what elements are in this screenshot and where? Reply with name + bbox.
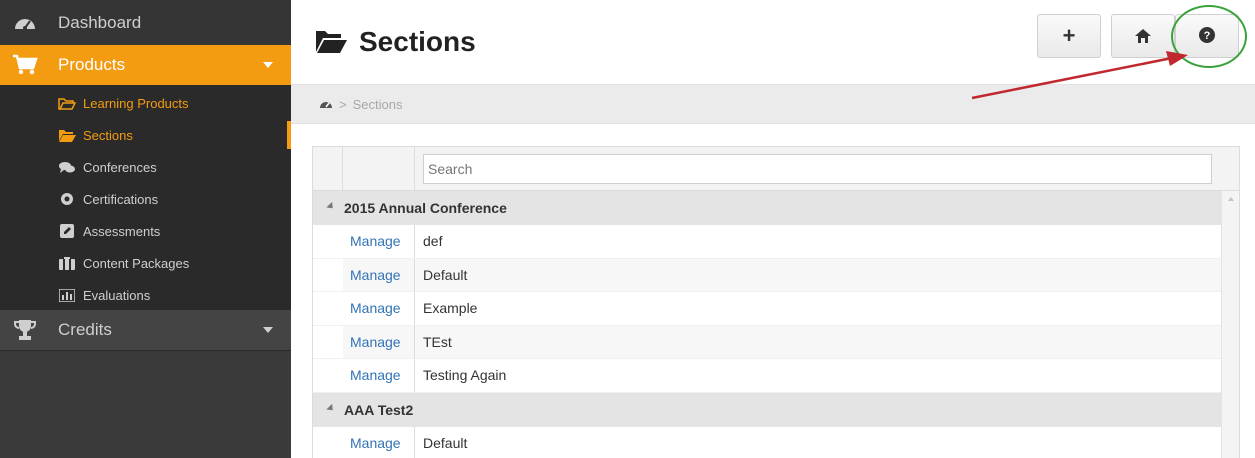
section-name: Testing Again [423, 367, 507, 384]
group-label: AAA Test2 [344, 401, 414, 418]
breadcrumb-separator: > [339, 97, 347, 112]
breadcrumb-current: Sections [352, 97, 403, 112]
page-header: Sections + ? [291, 0, 1255, 84]
section-name: TEst [423, 333, 452, 350]
manage-link[interactable]: Manage [343, 292, 415, 325]
sidebar-item-credits[interactable]: Credits [0, 309, 291, 351]
sidebar-item-label: Evaluations [83, 287, 151, 303]
section-name: Default [423, 434, 468, 451]
home-button[interactable] [1111, 14, 1175, 58]
sidebar-item-content-packages[interactable]: Content Packages [0, 247, 291, 279]
add-button[interactable]: + [1037, 14, 1101, 58]
bar-chart-icon [58, 288, 76, 302]
section-name: def [423, 233, 443, 250]
collapse-triangle-icon[interactable] [326, 201, 336, 212]
grid-scrollbar[interactable] [1221, 191, 1239, 458]
sidebar-item-label: Learning Products [83, 95, 189, 111]
grid-header-cell [343, 147, 415, 191]
manage-link[interactable]: Manage [343, 258, 415, 291]
dashboard-icon[interactable] [319, 97, 333, 112]
sidebar-item-label: Products [58, 55, 126, 74]
table-row: Manage TEst [313, 325, 1239, 359]
comments-icon [58, 160, 76, 174]
sidebar-item-label: Dashboard [58, 12, 142, 32]
sidebar-item-sections[interactable]: Sections [0, 119, 291, 151]
chevron-down-icon [263, 62, 273, 68]
plus-icon: + [1062, 23, 1076, 48]
collapse-triangle-icon[interactable] [326, 403, 336, 413]
sections-grid: 2015 Annual Conference Manage def Manage… [312, 146, 1240, 458]
grid-header-cell [313, 147, 343, 191]
sidebar-item-assessments[interactable]: Assessments [0, 215, 291, 247]
group-label: 2015 Annual Conference [344, 200, 507, 216]
section-name: Example [423, 300, 478, 317]
sidebar-filler [0, 351, 291, 458]
manage-link[interactable]: Manage [343, 325, 415, 358]
sidebar-item-label: Certifications [83, 191, 159, 207]
home-icon [1135, 23, 1151, 49]
sidebar: Dashboard Products Learning Products Sec… [0, 0, 291, 458]
pencil-square-icon [58, 224, 76, 238]
sidebar-item-label: Content Packages [83, 255, 190, 271]
folder-open-outline-icon [58, 96, 76, 110]
shopping-cart-icon [12, 53, 38, 77]
sidebar-item-label: Assessments [83, 223, 161, 239]
scroll-up-icon[interactable] [1228, 197, 1234, 201]
trophy-icon [12, 318, 38, 342]
table-row: Manage Default [313, 258, 1239, 292]
table-row: Manage def [313, 225, 1239, 259]
sidebar-item-dashboard[interactable]: Dashboard [0, 0, 291, 45]
page-title: Sections [359, 26, 476, 57]
sidebar-item-certifications[interactable]: Certifications [0, 183, 291, 215]
annotation-circle [1171, 5, 1247, 68]
certificate-icon [58, 192, 76, 206]
folder-open-icon [58, 128, 76, 142]
manage-link[interactable]: Manage [343, 359, 415, 392]
folder-open-icon [315, 30, 347, 54]
breadcrumb: > Sections [291, 84, 1255, 124]
manage-link[interactable]: Manage [343, 426, 415, 458]
manage-link[interactable]: Manage [343, 225, 415, 258]
dashboard-icon [12, 11, 38, 35]
group-row[interactable]: AAA Test2 [313, 392, 1239, 427]
sidebar-item-learning-products[interactable]: Learning Products [0, 87, 291, 119]
chevron-down-icon [263, 327, 273, 333]
main-content: Sections + ? > Sections Search 2015 Annu… [291, 0, 1255, 458]
grid-header [313, 147, 1239, 191]
sidebar-item-label: Conferences [83, 159, 157, 175]
sidebar-item-label: Sections [83, 127, 133, 143]
group-row[interactable]: 2015 Annual Conference [313, 191, 1239, 225]
sidebar-item-evaluations[interactable]: Evaluations [0, 279, 291, 311]
sidebar-item-products[interactable]: Products [0, 45, 291, 85]
sidebar-item-label: Credits [58, 320, 112, 339]
table-row: Manage Example [313, 292, 1239, 326]
search-input[interactable] [423, 154, 1212, 184]
products-submenu: Learning Products Sections Conferences C… [0, 85, 291, 309]
table-row: Manage Testing Again [313, 359, 1239, 393]
briefcase-icon [58, 256, 76, 270]
sidebar-item-conferences[interactable]: Conferences [0, 151, 291, 183]
section-name: Default [423, 266, 468, 283]
table-row: Manage Default [313, 426, 1239, 458]
